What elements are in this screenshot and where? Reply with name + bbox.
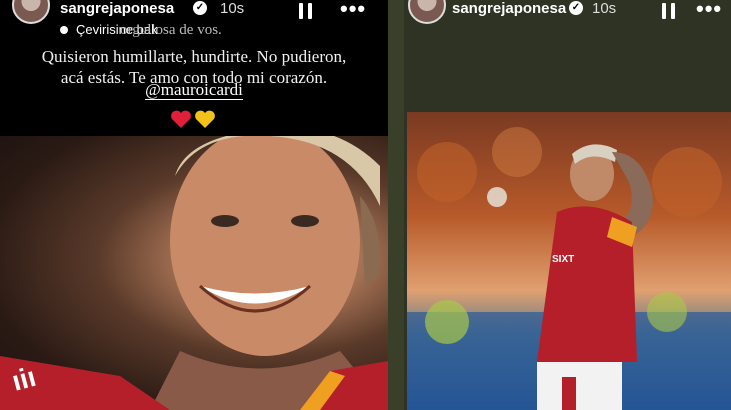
right-story[interactable]: SIXT sangrejaponesa ✓ 10s ••• — [404, 0, 731, 410]
story-header: sangrejaponesa ✓ 10s ••• — [404, 0, 731, 24]
more-options-icon[interactable]: ••• — [340, 0, 366, 20]
player-closeup-photo: ıiı — [0, 126, 388, 410]
timestamp: 10s — [592, 0, 617, 17]
red-heart-icon — [171, 110, 191, 128]
username[interactable]: sangrejaponesa — [452, 0, 566, 18]
verified-badge-icon: ✓ — [569, 1, 583, 15]
caption-line-0: orgullosa de vos. — [120, 22, 222, 38]
translate-icon — [60, 26, 68, 34]
avatar[interactable] — [12, 0, 50, 24]
mention-text[interactable]: @mauroicardi — [145, 80, 243, 100]
hearts-icon — [171, 110, 215, 128]
mention-link[interactable]: @mauroicardi — [0, 80, 388, 100]
left-story[interactable]: ıiı sangrejaponesa ✓ 10s ••• Çevirisine … — [0, 0, 388, 410]
more-options-icon[interactable]: ••• — [696, 0, 722, 20]
stadium-celebration-photo: SIXT — [407, 112, 731, 410]
caption-line-1: Quisieron humillarte, hundirte. No pudie… — [41, 47, 347, 66]
hearts-emoji — [0, 108, 388, 135]
svg-text:SIXT: SIXT — [552, 254, 574, 265]
stadium-celebration-illustration: SIXT — [407, 127, 731, 410]
username[interactable]: sangrejaponesa — [60, 0, 174, 18]
pause-icon[interactable] — [299, 3, 313, 19]
story-header: sangrejaponesa ✓ 10s ••• — [0, 0, 388, 24]
pause-icon[interactable] — [662, 3, 676, 19]
verified-badge-icon: ✓ — [193, 1, 207, 15]
player-closeup-illustration: ıiı — [0, 126, 388, 410]
yellow-heart-icon — [195, 110, 215, 128]
timestamp: 10s — [220, 0, 245, 17]
avatar[interactable] — [408, 0, 446, 24]
story-divider — [388, 0, 404, 410]
